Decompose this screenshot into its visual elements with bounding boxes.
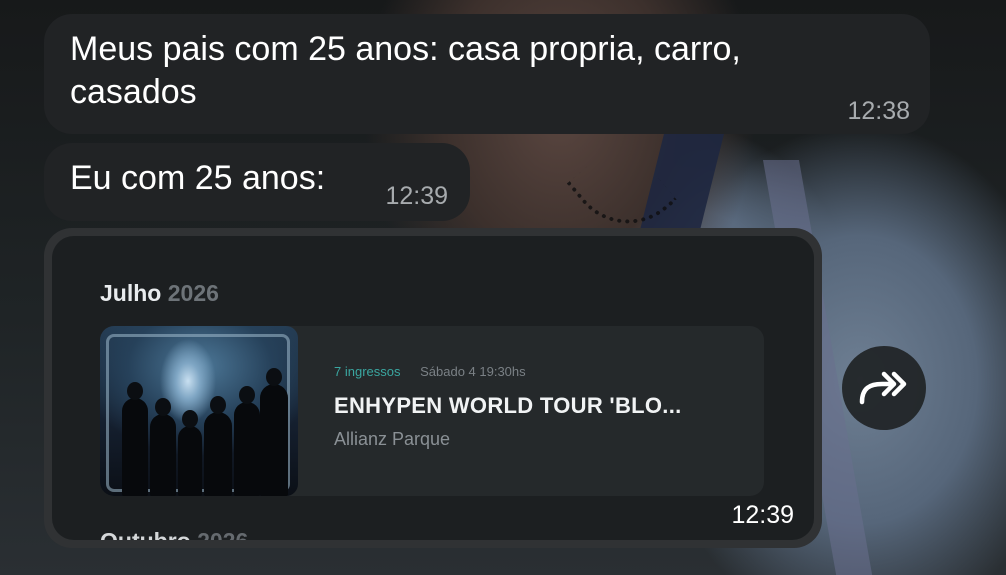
double-forward-arrow-icon bbox=[859, 371, 907, 405]
poster-figure bbox=[150, 398, 176, 496]
message-time: 12:39 bbox=[731, 501, 794, 529]
event-date: Sábado 4 19:30hs bbox=[420, 364, 526, 379]
event-meta: 7 ingressos Sábado 4 19:30hs bbox=[334, 364, 744, 379]
month-name: Outubro bbox=[100, 528, 191, 540]
message-time: 12:38 bbox=[847, 97, 910, 125]
message-bubble[interactable]: Meus pais com 25 anos: casa propria, car… bbox=[44, 14, 930, 134]
chat-screen: Meus pais com 25 anos: casa propria, car… bbox=[0, 0, 1006, 575]
forward-button[interactable] bbox=[842, 346, 926, 430]
month-year: 2026 bbox=[167, 280, 219, 306]
poster-figure bbox=[122, 382, 148, 496]
event-info: 7 ingressos Sábado 4 19:30hs ENHYPEN WOR… bbox=[334, 364, 744, 450]
event-title: ENHYPEN WORLD TOUR 'BLO... bbox=[334, 393, 682, 418]
month-heading: Julho 2026 bbox=[100, 280, 219, 307]
message-bubble[interactable]: Eu com 25 anos: 12:39 bbox=[44, 143, 470, 221]
poster-figure bbox=[204, 396, 232, 496]
month-year: 2026 bbox=[197, 528, 248, 540]
shared-screenshot[interactable]: Julho 2026 7 ingressos Sábado 4 19:30hs … bbox=[52, 236, 814, 540]
message-time: 12:39 bbox=[385, 182, 448, 210]
event-venue: Allianz Parque bbox=[334, 429, 451, 449]
image-message-bubble[interactable]: Julho 2026 7 ingressos Sábado 4 19:30hs … bbox=[44, 228, 822, 548]
message-text: Meus pais com 25 anos: casa propria, car… bbox=[70, 30, 741, 111]
event-poster-image bbox=[100, 326, 298, 496]
poster-figure bbox=[234, 386, 260, 496]
month-name: Julho bbox=[100, 280, 162, 306]
ticket-count: 7 ingressos bbox=[334, 364, 401, 379]
poster-figure bbox=[260, 368, 288, 496]
month-heading: Outubro 2026 bbox=[100, 528, 248, 540]
event-card: 7 ingressos Sábado 4 19:30hs ENHYPEN WOR… bbox=[100, 326, 764, 496]
poster-figure bbox=[178, 410, 202, 496]
